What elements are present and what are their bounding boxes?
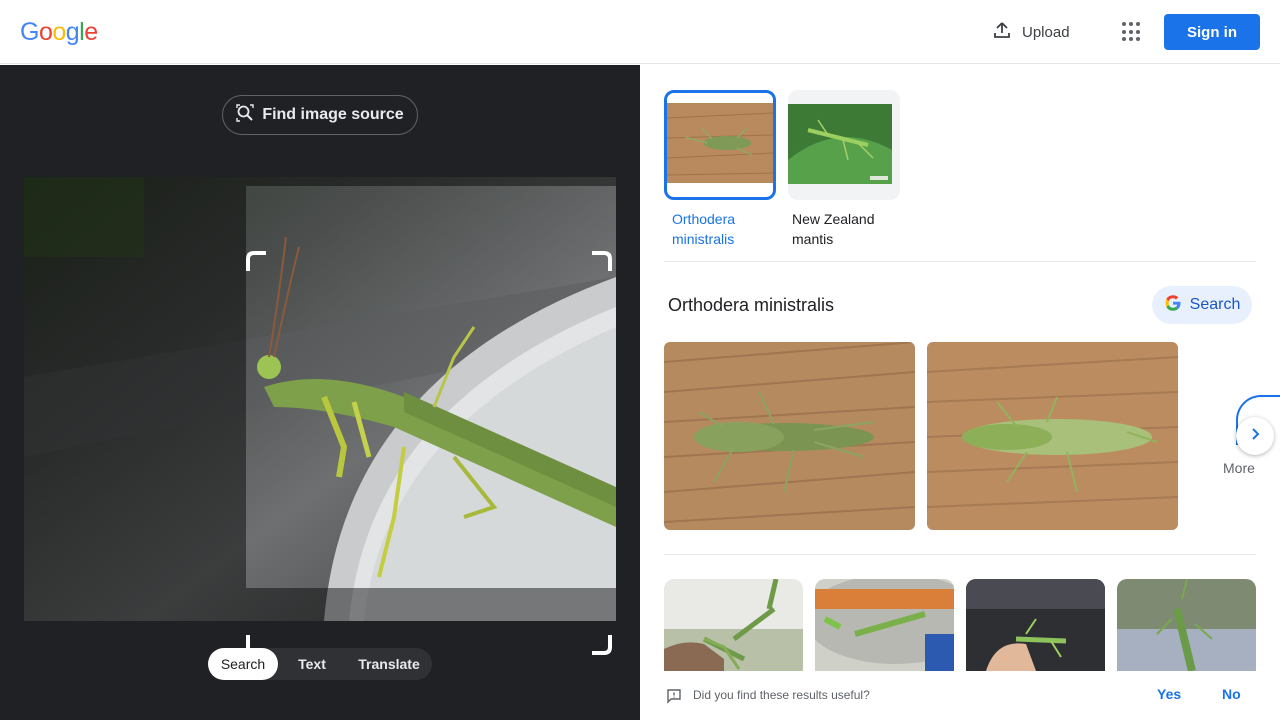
visual-match-image[interactable] [815,579,954,671]
feedback-no-button[interactable]: No [1222,686,1241,702]
chevron-right-icon [1248,427,1262,446]
entity-chip-thumbnail [664,90,776,200]
section-divider [664,261,1256,262]
entity-chip-orthodera[interactable]: Orthodera ministralis [664,90,776,249]
logo-letter: o [52,18,66,46]
crop-selection-handles[interactable] [246,251,612,655]
lens-search-icon [236,103,255,127]
google-logo[interactable]: Google [20,18,98,47]
top-bar: Google Upload Sign in [0,0,1280,64]
find-source-label: Find image source [262,106,404,123]
next-arrow-button[interactable] [1236,417,1274,455]
result-image[interactable] [664,342,915,530]
visual-match-image[interactable] [1117,579,1256,671]
apps-grid-icon[interactable] [1122,22,1142,42]
google-g-icon [1164,294,1182,317]
feedback-question: Did you find these results useful? [693,688,870,702]
google-search-label: Search [1189,296,1241,313]
more-results-link[interactable]: More [1223,460,1255,476]
visual-match-image[interactable] [966,579,1105,671]
feedback-bar: Did you find these results useful? Yes N… [640,671,1280,720]
upload-button[interactable]: Upload [992,20,1070,44]
result-image[interactable] [927,342,1178,530]
sign-in-button[interactable]: Sign in [1164,14,1260,50]
section-divider [664,554,1256,555]
logo-letter: G [20,18,39,46]
tab-translate[interactable]: Translate [346,648,432,680]
logo-letter: e [84,18,98,46]
lens-image-panel: Find image source Search Text Translate [0,65,640,720]
entity-title: Orthodera ministralis [668,295,835,315]
feedback-icon [666,688,682,709]
lens-mode-tabs: Search Text Translate [208,648,432,680]
upload-label: Upload [1022,23,1070,41]
entity-chip-new-zealand-mantis[interactable]: New Zealand mantis [788,90,900,249]
feedback-yes-button[interactable]: Yes [1157,686,1181,702]
results-panel: Orthodera ministralis New Zealand mantis… [640,65,1280,720]
visual-match-image[interactable] [664,579,803,671]
logo-letter: o [38,18,53,46]
entity-chip-thumbnail [788,90,900,200]
upload-icon [992,20,1012,44]
google-search-button[interactable]: Search [1152,286,1252,324]
entity-chip-label: Orthodera ministralis [672,211,736,247]
tab-search[interactable]: Search [208,648,278,680]
logo-letter: g [65,18,80,46]
tab-text[interactable]: Text [278,648,346,680]
find-image-source-button[interactable]: Find image source [222,95,418,135]
entity-chip-label: New Zealand mantis [792,211,875,247]
